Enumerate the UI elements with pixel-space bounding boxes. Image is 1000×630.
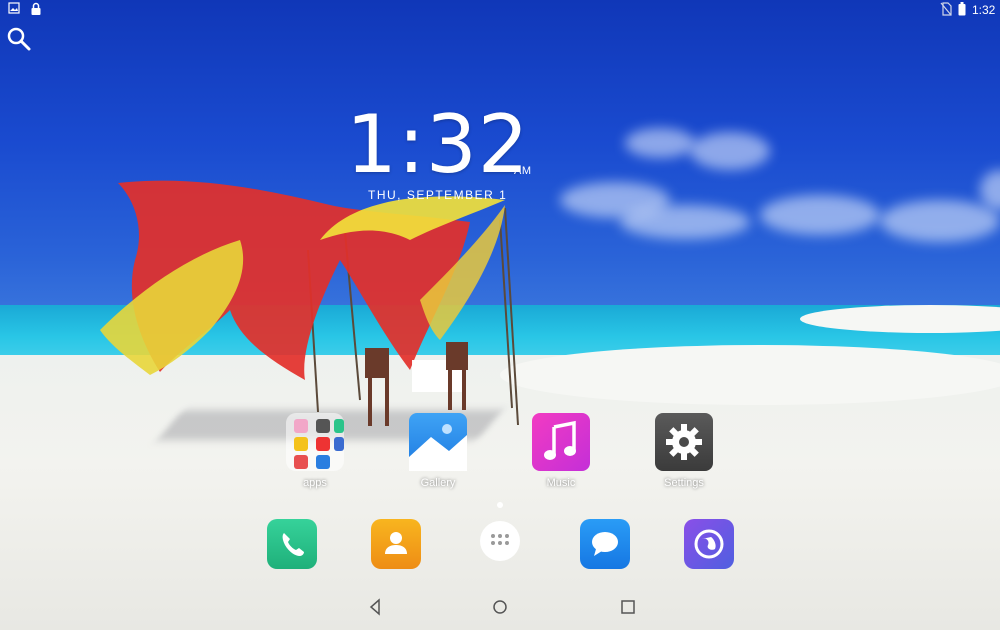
gallery-app[interactable]: Gallery: [398, 413, 478, 489]
all-apps-icon[interactable]: [480, 521, 520, 561]
home-icon[interactable]: [488, 596, 512, 618]
page-indicator: [497, 502, 503, 508]
status-bar: 1:32: [0, 0, 1000, 20]
battery-icon: [958, 2, 966, 20]
clock-ampm: AM: [514, 165, 532, 177]
status-time: 1:32: [972, 3, 996, 17]
clock-date: THU, SEPTEMBER 1: [368, 188, 508, 202]
app-label: Gallery: [420, 477, 456, 489]
back-icon[interactable]: [364, 596, 388, 618]
app-label: Settings: [664, 477, 704, 489]
lock-icon: [30, 2, 42, 20]
search-icon[interactable]: [6, 26, 32, 52]
clock-widget[interactable]: 1:32 AM THU, SEPTEMBER 1: [346, 100, 536, 210]
settings-app[interactable]: Settings: [644, 413, 724, 489]
app-label: apps: [303, 477, 327, 489]
phone-icon[interactable]: [267, 519, 317, 569]
settings-icon: [655, 413, 713, 471]
image-icon: [8, 2, 20, 18]
apps-folder[interactable]: apps: [275, 413, 355, 489]
gallery-icon: [409, 413, 467, 471]
music-app[interactable]: Music: [521, 413, 601, 489]
contacts-icon[interactable]: [371, 519, 421, 569]
music-icon: [532, 413, 590, 471]
no-sim-icon: [940, 2, 952, 20]
clock-time: 1:32: [346, 98, 530, 191]
folder-icon: [286, 413, 344, 471]
app-label: Music: [546, 477, 576, 489]
messaging-icon[interactable]: [580, 519, 630, 569]
recents-icon[interactable]: [616, 596, 640, 618]
browser-icon[interactable]: [684, 519, 734, 569]
